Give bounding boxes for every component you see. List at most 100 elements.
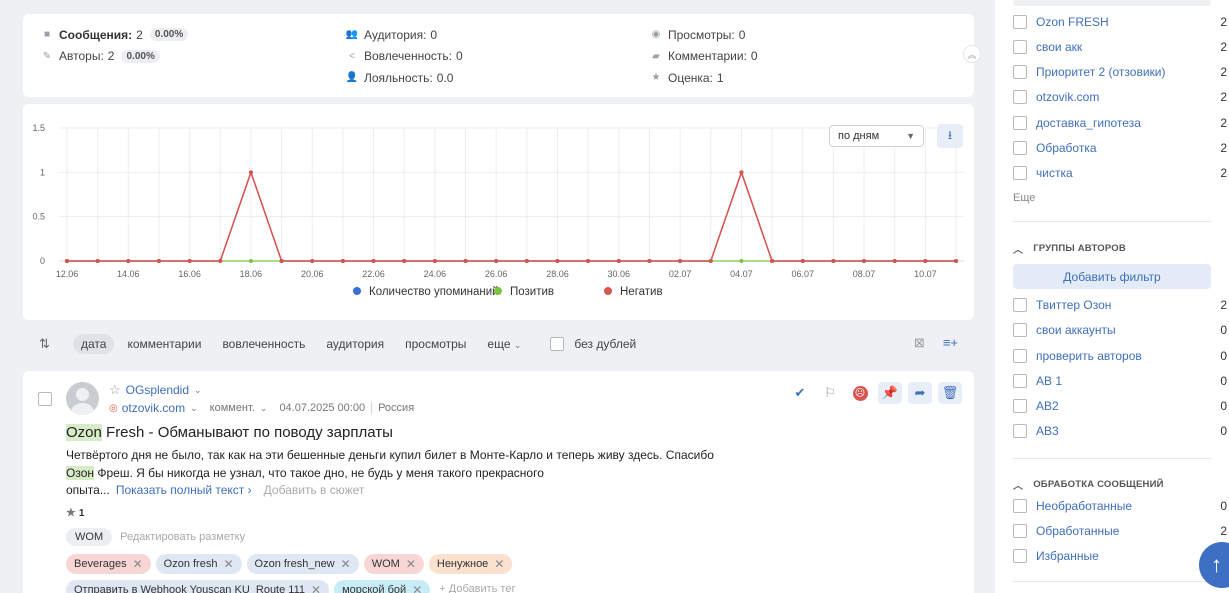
star-outline-icon[interactable]: ☆: [109, 382, 121, 398]
message-datetime: 04.07.2025 00:00: [279, 402, 366, 414]
sidebar-author-group-item[interactable]: свои аккаунты 0: [1013, 317, 1229, 342]
download-button[interactable]: ⭳: [937, 124, 963, 148]
tag-chip[interactable]: Ozon fresh ✕: [155, 554, 242, 574]
select-message-checkbox[interactable]: [38, 392, 52, 406]
sidebar-processing-item[interactable]: Избранные: [1013, 543, 1229, 568]
sidebar-tag-item[interactable]: otzovik.com 2: [1013, 84, 1229, 109]
checkbox[interactable]: [1013, 498, 1027, 513]
checkbox[interactable]: [1013, 523, 1027, 538]
sidebar-tag-item[interactable]: свои акк 2: [1013, 34, 1229, 59]
sidebar-tag-item[interactable]: Ozon FRESH 2: [1013, 9, 1229, 34]
chevron-up-icon: ︿: [1013, 245, 1024, 256]
x-tick-label: 28.06: [546, 269, 569, 279]
trash-icon: 🗑: [941, 385, 959, 400]
sidebar-author-group-item[interactable]: Твиттер Озон 2: [1013, 292, 1229, 317]
sidebar-author-group-item[interactable]: AB2 0: [1013, 393, 1229, 418]
pen-icon: ✎: [42, 50, 52, 62]
tag-chip[interactable]: WOM ✕: [363, 554, 424, 574]
checkbox[interactable]: [1013, 348, 1027, 363]
checkbox[interactable]: [1013, 398, 1027, 413]
data-point: [65, 259, 69, 263]
checkbox[interactable]: [1013, 322, 1027, 337]
checkbox[interactable]: [1013, 14, 1027, 29]
sidebar-tag-item[interactable]: чистка 2: [1013, 160, 1229, 185]
sort-order-icon[interactable]: ⇅: [39, 336, 63, 352]
close-icon[interactable]: ✕: [341, 557, 351, 571]
legend-label: Негатив: [620, 286, 663, 298]
checkbox[interactable]: [1013, 140, 1027, 155]
source-link[interactable]: otzovik.com: [122, 401, 185, 415]
checkbox[interactable]: [1013, 89, 1027, 104]
sidebar-tag-item[interactable]: Приоритет 2 (отзовики) 2: [1013, 59, 1229, 84]
x-tick-label: 24.06: [424, 269, 447, 279]
sort-more[interactable]: еще ⌄: [479, 334, 529, 354]
avatar[interactable]: [66, 382, 99, 415]
sentiment-button[interactable]: ☹: [848, 382, 872, 404]
close-icon[interactable]: ✕: [223, 557, 233, 571]
stats-col-2: 👥 Аудитория: 0 < Вовлеченность: 0 👤 Лоял…: [346, 24, 463, 89]
sort-comments[interactable]: комментарии: [119, 334, 209, 354]
message-type[interactable]: коммент.: [210, 402, 255, 414]
checkbox[interactable]: [1013, 548, 1027, 563]
sidebar-author-group-item[interactable]: проверить авторов 0: [1013, 343, 1229, 368]
chevron-down-icon[interactable]: ⌄: [260, 403, 268, 414]
share-button[interactable]: ➦: [908, 382, 932, 404]
download-icon: ⭳: [947, 127, 953, 142]
chevron-down-icon[interactable]: ⌄: [194, 385, 202, 396]
no-dupes-checkbox[interactable]: [550, 337, 565, 351]
add-filter-button[interactable]: Добавить фильтр: [1013, 264, 1211, 289]
sidebar-processing-item[interactable]: Необработанные 0: [1013, 493, 1229, 518]
sidebar-author-group-item[interactable]: AB 10: [1013, 368, 1229, 393]
close-icon[interactable]: ✕: [494, 557, 504, 571]
processing-section-header[interactable]: ︿ ОБРАБОТКА СООБЩЕНИЙ: [1013, 477, 1164, 492]
tag-chip[interactable]: Отправить в Webhook Youscan KU_Route 111…: [66, 580, 330, 593]
wom-button[interactable]: WOM: [66, 528, 113, 546]
add-to-list-icon[interactable]: ≡+: [943, 335, 958, 351]
tag-chip[interactable]: Ozon fresh_new ✕: [246, 554, 359, 574]
chevron-up-icon: ︿: [1013, 481, 1024, 492]
sort-engagement[interactable]: вовлеченность: [214, 334, 313, 354]
tag-chip[interactable]: Ненужное ✕: [428, 554, 513, 574]
show-full-text-link[interactable]: Показать полный текст ›: [116, 483, 252, 497]
chevron-down-icon[interactable]: ⌄: [190, 403, 198, 414]
sort-date[interactable]: дата: [73, 334, 115, 354]
close-icon[interactable]: ✕: [412, 583, 422, 593]
author-name[interactable]: OGsplendid: [126, 383, 189, 397]
stats-col-3: ◉ Просмотры: 0 ▰ Комментарии: 0 ★ Оценка…: [650, 24, 758, 89]
legend-marker: [494, 287, 502, 295]
message-title[interactable]: Ozon Fresh - Обманывают по поводу зарпла…: [66, 424, 393, 441]
mark-processed-button[interactable]: ✔: [788, 382, 812, 404]
sort-views[interactable]: просмотры: [397, 334, 474, 354]
add-to-story-link[interactable]: Добавить в сюжет: [264, 483, 365, 497]
checkbox[interactable]: [1013, 115, 1027, 130]
add-tag-button[interactable]: + Добавить тег: [435, 580, 519, 593]
sort-audience[interactable]: аудитория: [318, 334, 392, 354]
sidebar-tag-item[interactable]: доставка_гипотеза 2: [1013, 110, 1229, 135]
stat-authors: ✎ Авторы: 2 0.00%: [41, 46, 188, 68]
checkbox[interactable]: [1013, 64, 1027, 79]
close-icon[interactable]: ✕: [133, 557, 143, 571]
sidebar-tag-item[interactable]: Обработка 2: [1013, 135, 1229, 160]
sidebar-author-group-item[interactable]: AB3 0: [1013, 418, 1229, 443]
tag-chip[interactable]: Beverages ✕: [66, 554, 151, 574]
checkbox[interactable]: [1013, 297, 1027, 312]
message-country: Россия: [378, 402, 415, 414]
checkbox[interactable]: [1013, 39, 1027, 54]
period-select[interactable]: по дням ▼: [829, 125, 924, 147]
checkbox[interactable]: [1013, 165, 1027, 180]
close-icon[interactable]: ✕: [406, 557, 416, 571]
close-icon[interactable]: ✕: [311, 583, 321, 593]
edit-markup-link[interactable]: Редактировать разметку: [120, 531, 245, 543]
delete-button[interactable]: 🗑: [938, 382, 962, 404]
bookmark-button[interactable]: ⚐: [818, 382, 842, 404]
x-tick-label: 20.06: [301, 269, 324, 279]
checkbox[interactable]: [1013, 423, 1027, 438]
checkbox[interactable]: [1013, 373, 1027, 388]
tag-chip[interactable]: морской бой ✕: [334, 580, 431, 593]
collapse-stats-button[interactable]: ︽: [963, 45, 981, 63]
pin-button[interactable]: 📌: [878, 382, 902, 404]
author-groups-section-header[interactable]: ︿ ГРУППЫ АВТОРОВ: [1013, 241, 1126, 256]
clear-filter-icon[interactable]: ⊠: [914, 335, 925, 351]
show-more-link[interactable]: Еще: [1013, 192, 1035, 204]
sidebar-processing-item[interactable]: Обработанные 2: [1013, 518, 1229, 543]
